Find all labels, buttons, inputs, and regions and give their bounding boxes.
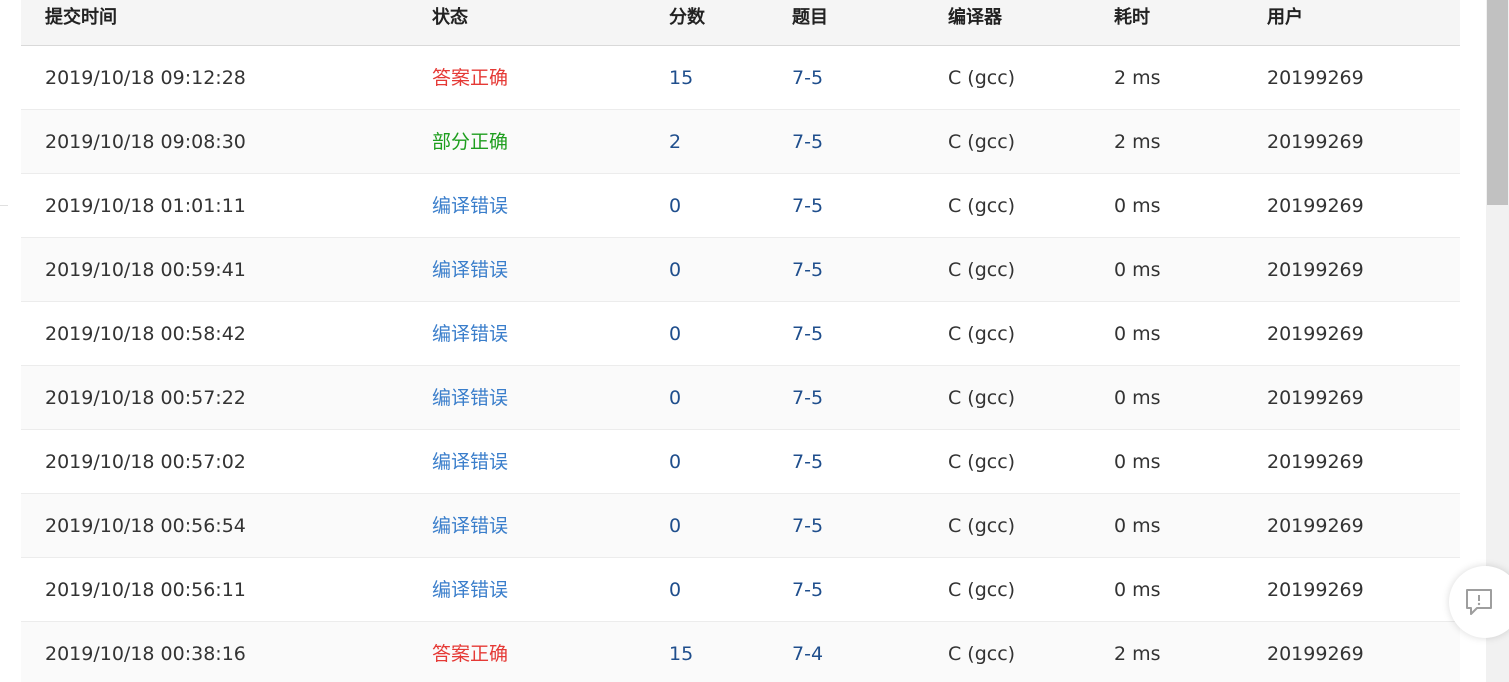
- user-cell: 20199269: [1267, 195, 1364, 217]
- time-cost-cell: 0 ms: [1114, 387, 1161, 409]
- header-time-cost[interactable]: 耗时: [1114, 6, 1150, 30]
- submit-time-cell: 2019/10/18 09:08:30: [45, 131, 246, 153]
- user-cell: 20199269: [1267, 67, 1364, 89]
- status-link[interactable]: 编译错误: [432, 194, 508, 218]
- problem-link[interactable]: 7-5: [792, 258, 823, 282]
- score-link[interactable]: 0: [669, 578, 681, 602]
- header-user[interactable]: 用户: [1267, 6, 1303, 30]
- compiler-cell: C (gcc): [948, 323, 1016, 345]
- left-edge-tick: [0, 205, 8, 206]
- score-link[interactable]: 0: [669, 322, 681, 346]
- user-cell: 20199269: [1267, 387, 1364, 409]
- time-cost-cell: 0 ms: [1114, 451, 1161, 473]
- feedback-chat-icon: [1466, 589, 1492, 615]
- compiler-cell: C (gcc): [948, 451, 1016, 473]
- user-cell: 20199269: [1267, 579, 1364, 601]
- compiler-cell: C (gcc): [948, 643, 1016, 665]
- header-compiler[interactable]: 编译器: [948, 6, 1002, 30]
- status-link[interactable]: 答案正确: [432, 66, 508, 90]
- compiler-cell: C (gcc): [948, 67, 1016, 89]
- status-link[interactable]: 部分正确: [432, 130, 508, 154]
- user-cell: 20199269: [1267, 451, 1364, 473]
- table-row: 2019/10/18 00:57:22 编译错误 0 7-5 C (gcc) 0 ms 20…: [21, 366, 1460, 430]
- compiler-cell: C (gcc): [948, 259, 1016, 281]
- score-link[interactable]: 15: [669, 642, 693, 666]
- header-status[interactable]: 状态: [432, 6, 468, 30]
- status-link[interactable]: 编译错误: [432, 578, 508, 602]
- status-link[interactable]: 编译错误: [432, 322, 508, 346]
- user-cell: 20199269: [1267, 323, 1364, 345]
- table-row: 2019/10/18 00:38:16 答案正确 15 7-4 C (gcc) 2 ms 2…: [21, 622, 1460, 682]
- table-row: 2019/10/18 09:12:28 答案正确 15 7-5 C (gcc) 2 ms 2…: [21, 46, 1460, 110]
- problem-link[interactable]: 7-5: [792, 514, 823, 538]
- submit-time-cell: 2019/10/18 00:56:54: [45, 515, 246, 537]
- submit-time-cell: 2019/10/18 00:58:42: [45, 323, 246, 345]
- user-cell: 20199269: [1267, 643, 1364, 665]
- table-row: 2019/10/18 09:08:30 部分正确 2 7-5 C (gcc) 2 ms 20…: [21, 110, 1460, 174]
- score-link[interactable]: 0: [669, 450, 681, 474]
- scrollbar-thumb[interactable]: [1487, 0, 1508, 205]
- status-link[interactable]: 编译错误: [432, 258, 508, 282]
- user-cell: 20199269: [1267, 131, 1364, 153]
- time-cost-cell: 0 ms: [1114, 515, 1161, 537]
- submit-time-cell: 2019/10/18 00:57:02: [45, 451, 246, 473]
- compiler-cell: C (gcc): [948, 131, 1016, 153]
- status-link[interactable]: 编译错误: [432, 386, 508, 410]
- time-cost-cell: 2 ms: [1114, 67, 1161, 89]
- status-link[interactable]: 编译错误: [432, 450, 508, 474]
- problem-link[interactable]: 7-5: [792, 386, 823, 410]
- time-cost-cell: 0 ms: [1114, 259, 1161, 281]
- table-row: 2019/10/18 00:58:42 编译错误 0 7-5 C (gcc) 0 ms 20…: [21, 302, 1460, 366]
- score-link[interactable]: 2: [669, 130, 681, 154]
- submissions-table: 提交时间 状态 分数 题目 编译器 耗时 用户 2019/10/18 09:12…: [21, 0, 1460, 682]
- user-cell: 20199269: [1267, 515, 1364, 537]
- time-cost-cell: 2 ms: [1114, 131, 1161, 153]
- time-cost-cell: 0 ms: [1114, 195, 1161, 217]
- score-link[interactable]: 0: [669, 194, 681, 218]
- compiler-cell: C (gcc): [948, 195, 1016, 217]
- header-problem[interactable]: 题目: [792, 6, 828, 30]
- table-row: 2019/10/18 00:57:02 编译错误 0 7-5 C (gcc) 0 ms 20…: [21, 430, 1460, 494]
- problem-link[interactable]: 7-5: [792, 194, 823, 218]
- compiler-cell: C (gcc): [948, 387, 1016, 409]
- status-link[interactable]: 编译错误: [432, 514, 508, 538]
- problem-link[interactable]: 7-5: [792, 450, 823, 474]
- problem-link[interactable]: 7-5: [792, 130, 823, 154]
- submit-time-cell: 2019/10/18 00:56:11: [45, 579, 246, 601]
- table-row: 2019/10/18 01:01:11 编译错误 0 7-5 C (gcc) 0 ms 20…: [21, 174, 1460, 238]
- score-link[interactable]: 0: [669, 258, 681, 282]
- header-score[interactable]: 分数: [669, 6, 705, 30]
- time-cost-cell: 0 ms: [1114, 579, 1161, 601]
- compiler-cell: C (gcc): [948, 515, 1016, 537]
- table-row: 2019/10/18 00:59:41 编译错误 0 7-5 C (gcc) 0 ms 20…: [21, 238, 1460, 302]
- problem-link[interactable]: 7-4: [792, 642, 823, 666]
- score-link[interactable]: 15: [669, 66, 693, 90]
- submit-time-cell: 2019/10/18 00:59:41: [45, 259, 246, 281]
- compiler-cell: C (gcc): [948, 579, 1016, 601]
- time-cost-cell: 0 ms: [1114, 323, 1161, 345]
- status-link[interactable]: 答案正确: [432, 642, 508, 666]
- submit-time-cell: 2019/10/18 09:12:28: [45, 67, 246, 89]
- problem-link[interactable]: 7-5: [792, 66, 823, 90]
- submit-time-cell: 2019/10/18 01:01:11: [45, 195, 246, 217]
- table-header: 提交时间 状态 分数 题目 编译器 耗时 用户: [21, 0, 1460, 46]
- problem-link[interactable]: 7-5: [792, 578, 823, 602]
- submit-time-cell: 2019/10/18 00:38:16: [45, 643, 246, 665]
- table-row: 2019/10/18 00:56:54 编译错误 0 7-5 C (gcc) 0 ms 20…: [21, 494, 1460, 558]
- problem-link[interactable]: 7-5: [792, 322, 823, 346]
- score-link[interactable]: 0: [669, 386, 681, 410]
- table-row: 2019/10/18 00:56:11 编译错误 0 7-5 C (gcc) 0 ms 20…: [21, 558, 1460, 622]
- user-cell: 20199269: [1267, 259, 1364, 281]
- score-link[interactable]: 0: [669, 514, 681, 538]
- time-cost-cell: 2 ms: [1114, 643, 1161, 665]
- submit-time-cell: 2019/10/18 00:57:22: [45, 387, 246, 409]
- header-submit-time[interactable]: 提交时间: [45, 6, 117, 30]
